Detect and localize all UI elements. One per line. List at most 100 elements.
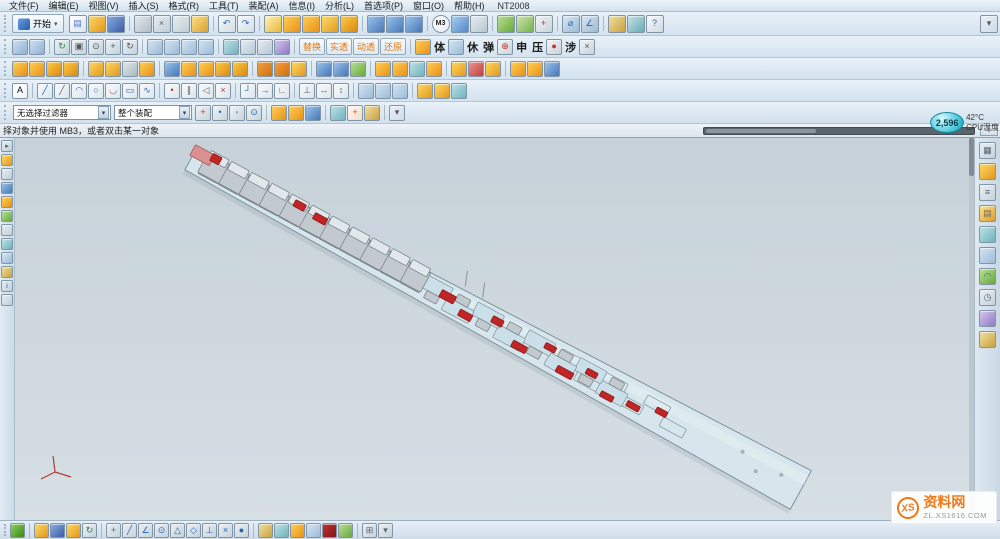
- render-icon[interactable]: [322, 523, 337, 538]
- unite-icon[interactable]: [367, 15, 385, 33]
- new-icon[interactable]: ▤: [69, 15, 87, 33]
- start-button[interactable]: 开始 ▾: [12, 14, 64, 33]
- paste-icon[interactable]: [191, 15, 209, 33]
- zoom-icon[interactable]: ⊙: [88, 39, 104, 55]
- split-body-icon[interactable]: [29, 61, 45, 77]
- profile-icon[interactable]: ╱: [37, 83, 53, 99]
- close-x-icon[interactable]: ×: [579, 39, 595, 55]
- drafting-tool-icon[interactable]: [1, 224, 13, 236]
- shaded-mode-icon[interactable]: [223, 39, 239, 55]
- draft-icon[interactable]: [46, 61, 62, 77]
- helix-icon[interactable]: [375, 83, 391, 99]
- cut-icon[interactable]: ×: [153, 15, 171, 33]
- snap-triangle-icon[interactable]: △: [170, 523, 185, 538]
- pattern-icon[interactable]: [139, 61, 155, 77]
- text-tool-icon[interactable]: A: [12, 83, 28, 99]
- edge-blend-icon[interactable]: [105, 61, 121, 77]
- part-navigator-icon[interactable]: ▤: [979, 205, 996, 222]
- fit-view-icon[interactable]: ▣: [71, 39, 87, 55]
- toolbar-grip[interactable]: [4, 39, 8, 54]
- menu-item[interactable]: 信息(I): [284, 0, 321, 12]
- view-m3-icon[interactable]: M3: [432, 15, 450, 33]
- make-corner-icon[interactable]: ∟: [274, 83, 290, 99]
- pan-icon[interactable]: +: [105, 39, 121, 55]
- preferences-tool-icon[interactable]: [1, 294, 13, 306]
- pull-face-icon[interactable]: [485, 61, 501, 77]
- grid-icon[interactable]: [10, 523, 25, 538]
- spring-button[interactable]: 弹: [481, 39, 496, 55]
- mirror-body-icon[interactable]: [510, 61, 526, 77]
- shell-icon[interactable]: [63, 61, 79, 77]
- intersect-icon[interactable]: [405, 15, 423, 33]
- window-icon[interactable]: [12, 39, 28, 55]
- datum-plane-icon[interactable]: [497, 15, 515, 33]
- menu-item[interactable]: 帮助(H): [449, 0, 490, 12]
- menu-item[interactable]: 格式(R): [164, 0, 205, 12]
- rectangle-icon[interactable]: ▭: [122, 83, 138, 99]
- move-face-icon[interactable]: [409, 61, 425, 77]
- snap-endpoint-icon[interactable]: •: [212, 105, 228, 121]
- menu-item[interactable]: 装配(A): [244, 0, 284, 12]
- menu-item[interactable]: 文件(F): [4, 0, 44, 12]
- shaded-view-icon[interactable]: [451, 15, 469, 33]
- smooth-spline-icon[interactable]: [434, 83, 450, 99]
- accelerator-badge[interactable]: 2,596: [930, 112, 964, 133]
- wireframe-view-icon[interactable]: [470, 15, 488, 33]
- right-view-icon[interactable]: [198, 39, 214, 55]
- vertical-scrollbar[interactable]: [969, 138, 974, 520]
- curve-analysis-icon[interactable]: [451, 83, 467, 99]
- select-face-icon[interactable]: [288, 105, 304, 121]
- snap-point-toggle-icon[interactable]: +: [195, 105, 211, 121]
- emboss-icon[interactable]: [274, 61, 290, 77]
- shen-button[interactable]: 申: [514, 39, 529, 55]
- sketch-icon[interactable]: [264, 15, 282, 33]
- menu-item[interactable]: 窗口(O): [408, 0, 449, 12]
- sweep-icon[interactable]: [215, 61, 231, 77]
- hd3d-tools-icon[interactable]: [979, 247, 996, 264]
- point-icon[interactable]: +: [535, 15, 553, 33]
- hide-icon[interactable]: [257, 39, 273, 55]
- layer-bottom-icon[interactable]: [290, 523, 305, 538]
- auto-dimension-icon[interactable]: ↕: [333, 83, 349, 99]
- layer-tool-icon[interactable]: [1, 266, 13, 278]
- rotate-view-icon[interactable]: ↻: [122, 39, 138, 55]
- toolbar-options-icon[interactable]: ▾: [980, 15, 998, 33]
- resize-face-icon[interactable]: [468, 61, 484, 77]
- interference-button[interactable]: 涉: [563, 39, 578, 55]
- sew-icon[interactable]: [291, 61, 307, 77]
- edit-display-icon[interactable]: [274, 39, 290, 55]
- visual-icon[interactable]: [306, 523, 321, 538]
- edit-curve-icon[interactable]: [417, 83, 433, 99]
- snap-cross-icon[interactable]: ×: [218, 523, 233, 538]
- tile-icon[interactable]: [29, 39, 45, 55]
- quick-trim-icon[interactable]: ┘: [240, 83, 256, 99]
- toolbar-grip[interactable]: [4, 61, 8, 76]
- reload-icon[interactable]: ↻: [82, 523, 97, 538]
- wireframe-mode-icon[interactable]: [240, 39, 256, 55]
- trim-body-icon[interactable]: [12, 61, 28, 77]
- menu-item[interactable]: 首选项(P): [359, 0, 408, 12]
- mirror-feature-icon[interactable]: [164, 61, 180, 77]
- intersect-point-icon[interactable]: ×: [215, 83, 231, 99]
- select-tool-icon[interactable]: ▸: [1, 140, 13, 152]
- red-dot-icon[interactable]: ●: [546, 39, 562, 55]
- replace-face-icon[interactable]: [426, 61, 442, 77]
- save-icon[interactable]: [107, 15, 125, 33]
- viewport-3d[interactable]: [15, 138, 974, 520]
- snap-mid-icon[interactable]: ╱: [122, 523, 137, 538]
- assembly-navigator-icon[interactable]: [979, 163, 996, 180]
- fillet-icon[interactable]: ◡: [105, 83, 121, 99]
- menu-item[interactable]: 分析(L): [320, 0, 359, 12]
- snap-perp-icon[interactable]: ⊥: [202, 523, 217, 538]
- analysis-tool-icon[interactable]: [1, 238, 13, 250]
- resource-grid-icon[interactable]: ▦: [979, 142, 996, 159]
- dimension-icon[interactable]: ↔: [316, 83, 332, 99]
- patch-icon[interactable]: [316, 61, 332, 77]
- save-file-icon[interactable]: [50, 523, 65, 538]
- more-bottom-icon[interactable]: ▾: [378, 523, 393, 538]
- snap-circle-icon[interactable]: ⊙: [154, 523, 169, 538]
- extrude-icon[interactable]: [283, 15, 301, 33]
- constraint-icon[interactable]: ⊥: [299, 83, 315, 99]
- instance-icon[interactable]: [544, 61, 560, 77]
- delete-face-icon[interactable]: [451, 61, 467, 77]
